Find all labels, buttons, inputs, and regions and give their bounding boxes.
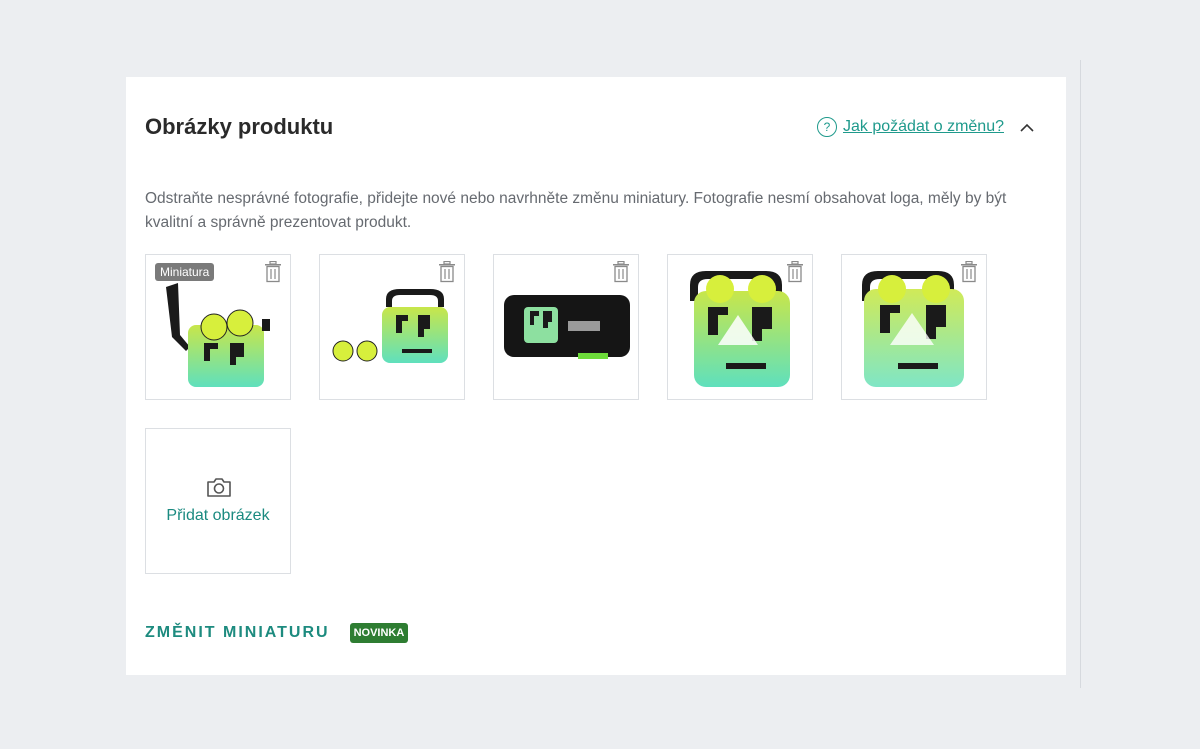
help-area: ? Jak požádat o změnu? [817, 115, 1036, 139]
section-description: Odstraňte nesprávné fotografie, přidejte… [145, 190, 1007, 231]
thumbnail-actions: ZMĚNIT MINIATURU NOVINKA [145, 623, 409, 643]
page-divider [1080, 60, 1081, 688]
trash-icon[interactable] [786, 261, 804, 283]
product-image-2[interactable] [319, 254, 465, 400]
trash-icon[interactable] [960, 261, 978, 283]
help-icon: ? [817, 117, 837, 137]
thumbnail-badge: Miniatura [155, 263, 215, 281]
new-badge: NOVINKA [349, 623, 409, 643]
collapse-button[interactable] [1018, 118, 1036, 136]
product-image-4[interactable] [667, 254, 813, 400]
add-image-button[interactable]: Přidat obrázek [145, 428, 291, 574]
help-link[interactable]: Jak požádat o změnu? [843, 118, 1004, 136]
product-image-5[interactable] [841, 254, 987, 400]
change-thumbnail-button[interactable]: ZMĚNIT MINIATURU [145, 624, 330, 642]
product-images-card: Obrázky produktu ? Jak požádat o změnu? … [126, 77, 1066, 675]
section-title: Obrázky produktu [145, 114, 334, 139]
trash-icon[interactable] [612, 261, 630, 283]
product-image-3[interactable] [493, 254, 639, 400]
product-image-1[interactable]: Miniatura [145, 254, 291, 400]
trash-icon[interactable] [438, 261, 456, 283]
chevron-up-icon [1020, 123, 1034, 132]
camera-icon [207, 478, 231, 497]
add-image-label: Přidat obrázek [166, 507, 270, 524]
trash-icon[interactable] [264, 261, 282, 283]
